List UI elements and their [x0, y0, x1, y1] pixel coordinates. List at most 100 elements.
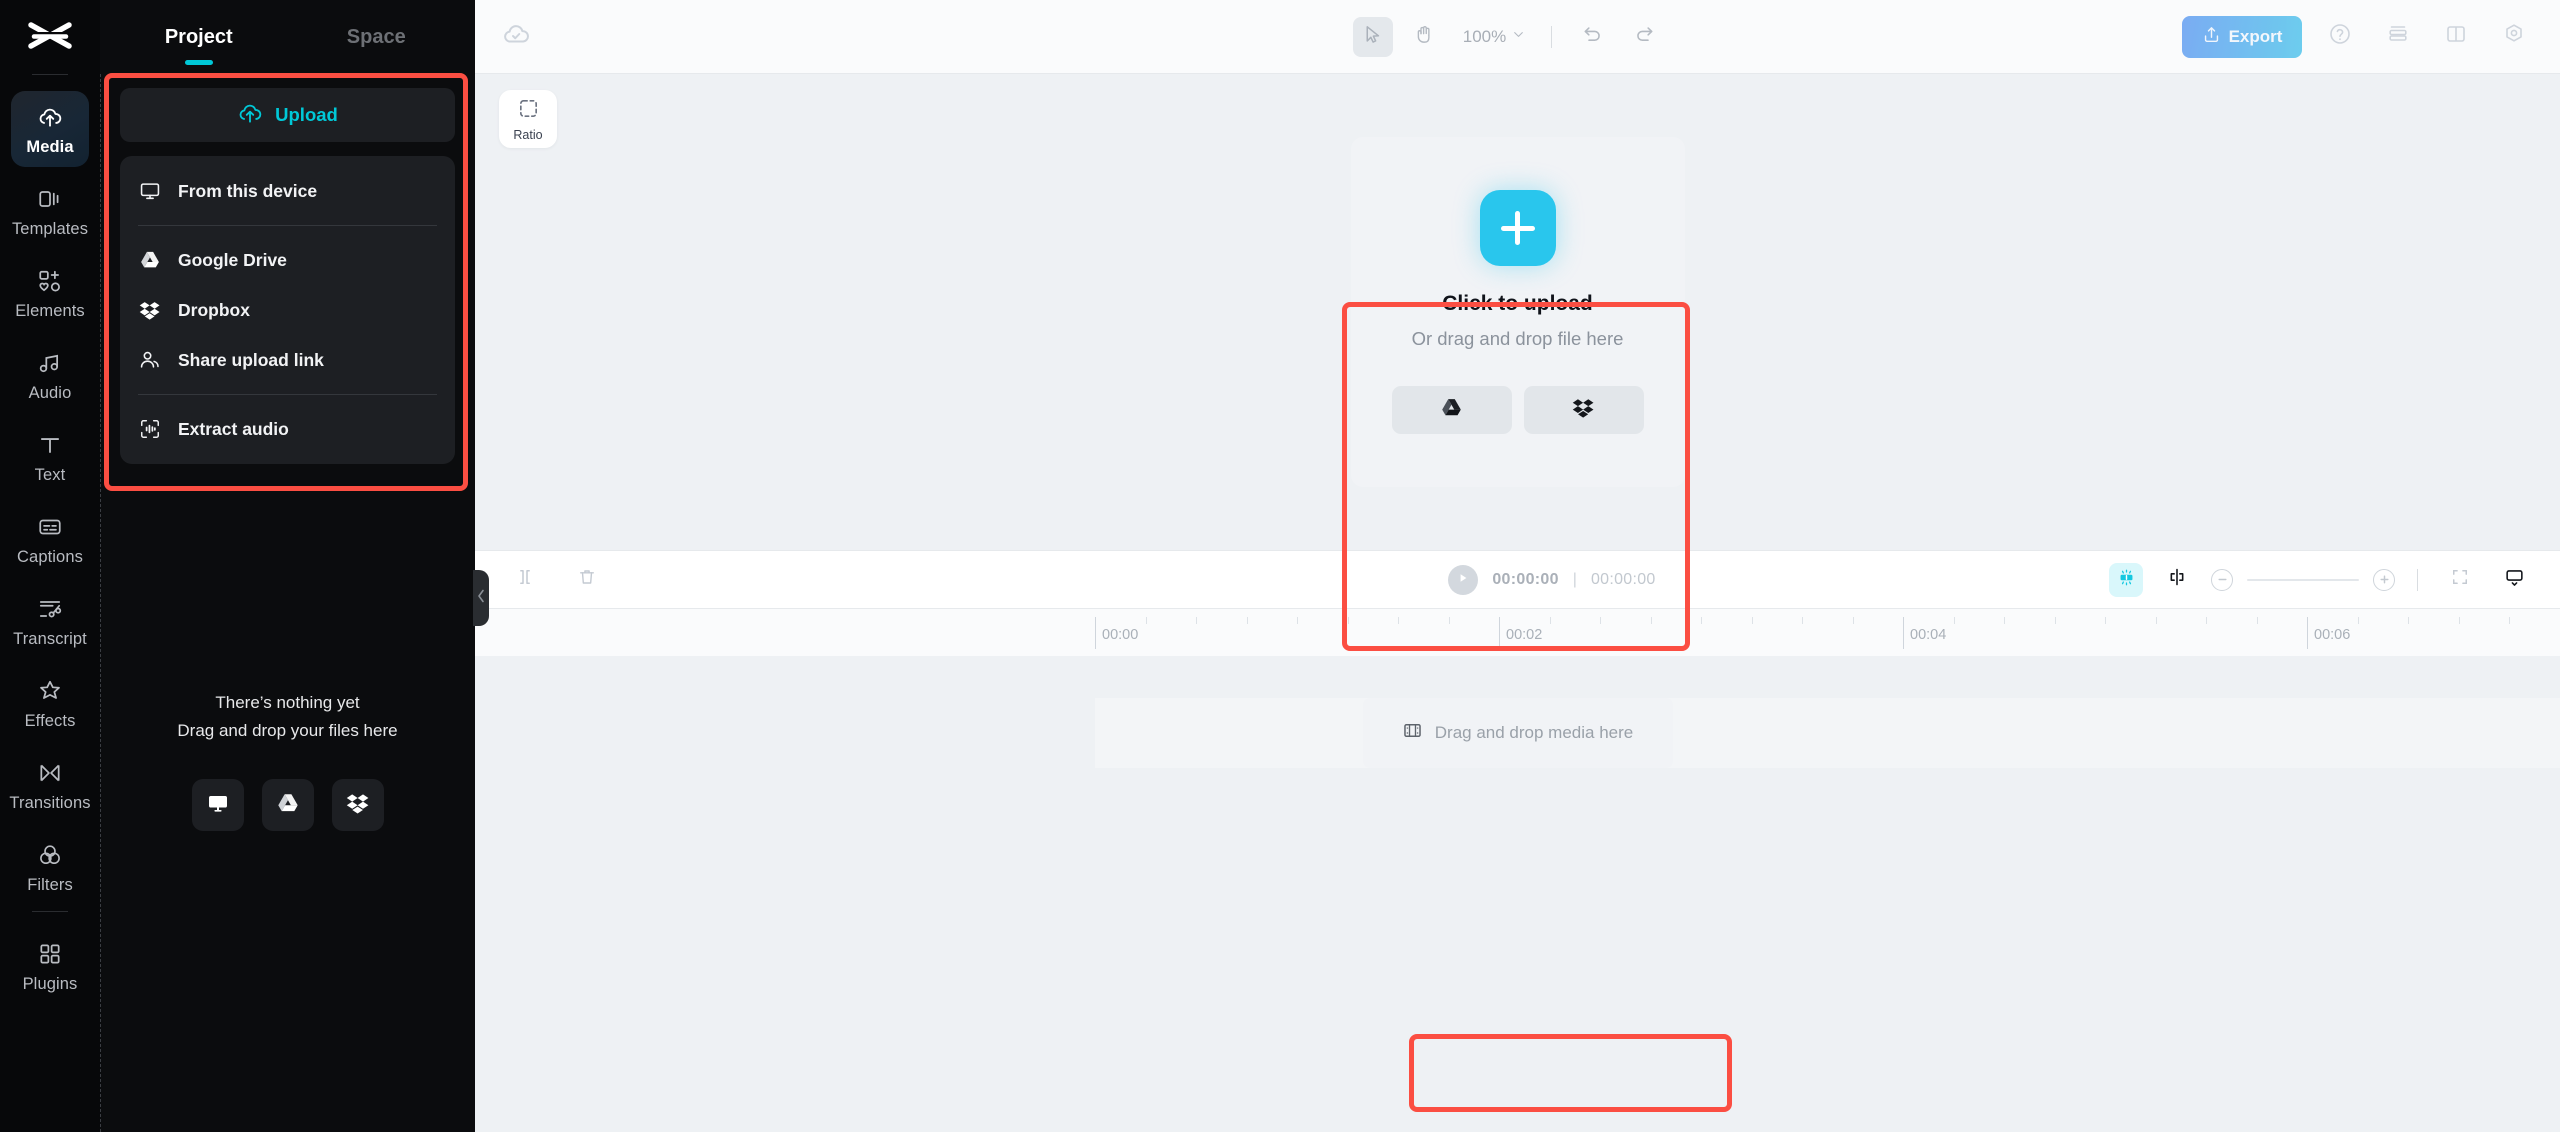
settings-button[interactable] — [2494, 17, 2534, 57]
sidebar-item-text[interactable]: Text — [11, 419, 89, 495]
layers-button[interactable] — [2378, 17, 2418, 57]
ruler-minor-tick — [1954, 617, 1955, 624]
top-toolbar: 100% — [475, 0, 2560, 74]
captions-icon — [35, 512, 65, 542]
tab-project[interactable]: Project — [110, 0, 288, 74]
upload-button[interactable]: Upload — [120, 88, 455, 142]
menu-item-label: Share upload link — [178, 350, 324, 371]
ruler-minor-tick — [2105, 617, 2106, 624]
export-upload-icon — [2202, 25, 2221, 49]
zoom-in-plus-icon — [2379, 574, 2390, 585]
sidebar-item-label: Captions — [17, 548, 83, 567]
undo-button[interactable] — [1572, 17, 1612, 57]
transitions-icon — [35, 758, 65, 788]
dropzone-google-drive-button[interactable] — [1392, 386, 1512, 434]
ruler-minor-tick — [2156, 617, 2157, 624]
sidebar-item-transitions[interactable]: Transitions — [11, 747, 89, 823]
timeline-zoom-slider[interactable] — [2247, 579, 2359, 581]
sidebar-item-media[interactable]: Media — [11, 91, 89, 167]
ruler-minor-tick — [1752, 617, 1753, 624]
sidebar-item-plugins[interactable]: Plugins — [11, 928, 89, 1004]
panel-collapse-handle[interactable] — [473, 570, 489, 626]
toolbar-divider — [1551, 26, 1552, 48]
dropzone-subtitle: Or drag and drop file here — [1412, 328, 1624, 350]
zoom-level-selector[interactable]: 100% — [1457, 27, 1531, 47]
drag-and-drop-media-target[interactable]: Drag and drop media here — [1363, 698, 1673, 768]
sidebar-item-label: Audio — [29, 384, 72, 403]
zoom-out-button[interactable] — [2211, 569, 2233, 591]
empty-state-line-2: Drag and drop your files here — [120, 717, 455, 745]
cursor-tool-button[interactable] — [1353, 17, 1393, 57]
plugins-grid-icon — [35, 939, 65, 969]
sidebar-item-elements[interactable]: Elements — [11, 255, 89, 331]
sidebar-item-audio[interactable]: Audio — [11, 337, 89, 413]
export-button-label: Export — [2229, 27, 2283, 47]
ruler-minor-tick — [1701, 617, 1702, 624]
menu-item-dropbox[interactable]: Dropbox — [120, 285, 455, 335]
menu-item-google-drive[interactable]: Google Drive — [120, 235, 455, 285]
menu-item-from-this-device[interactable]: From this device — [120, 166, 455, 216]
media-panel: Project Space Upload — [100, 0, 475, 1132]
timeline-ruler[interactable]: 00:0000:0200:0400:0600:08 — [475, 608, 2560, 656]
templates-icon — [35, 184, 65, 214]
sidebar-item-effects[interactable]: Effects — [11, 665, 89, 741]
zoom-in-button[interactable] — [2373, 569, 2395, 591]
sidebar-item-label: Elements — [15, 302, 85, 321]
panel-content: Upload From this device — [100, 74, 475, 831]
menu-separator — [138, 225, 437, 226]
text-t-icon — [35, 430, 65, 460]
menu-item-share-upload-link[interactable]: Share upload link — [120, 335, 455, 385]
play-button[interactable] — [1448, 565, 1478, 595]
dropbox-icon — [346, 791, 370, 820]
undo-icon — [1582, 24, 1603, 50]
menu-separator — [138, 394, 437, 395]
sidebar-item-label: Media — [26, 138, 73, 157]
sidebar-item-captions[interactable]: Captions — [11, 501, 89, 577]
redo-icon — [1634, 24, 1655, 50]
capcut-editor-window: Media Templates Elements — [0, 0, 2560, 1132]
film-strip-icon — [1402, 720, 1423, 746]
elements-icon — [35, 266, 65, 296]
ruler-tick-label: 00:04 — [1903, 627, 1946, 643]
topbar-center-tools: 100% — [835, 17, 2182, 57]
tab-space[interactable]: Space — [288, 0, 466, 74]
ruler-minor-tick — [1247, 617, 1248, 624]
export-button[interactable]: Export — [2182, 16, 2302, 58]
click-to-upload-dropzone[interactable]: Click to upload Or drag and drop file he… — [1351, 137, 1685, 487]
capcut-logo-icon — [22, 16, 78, 60]
menu-item-extract-audio[interactable]: Extract audio — [120, 404, 455, 454]
timeline-track-strip[interactable] — [1095, 698, 2560, 768]
magnetic-snap-button[interactable] — [2109, 563, 2143, 597]
ratio-button[interactable]: Ratio — [499, 90, 557, 148]
sidebar-item-label: Transitions — [9, 794, 90, 813]
shortcut-dropbox[interactable] — [332, 779, 384, 831]
add-media-plus-button[interactable] — [1480, 190, 1556, 266]
ruler-minor-tick — [1348, 617, 1349, 624]
sidebar-item-label: Plugins — [23, 975, 78, 994]
tab-label: Project — [165, 26, 233, 49]
timeline-toolbar-left — [475, 560, 995, 600]
shortcut-google-drive[interactable] — [262, 779, 314, 831]
ruler-minor-tick — [1196, 617, 1197, 624]
redo-button[interactable] — [1624, 17, 1664, 57]
help-button[interactable] — [2320, 17, 2360, 57]
sidebar-item-filters[interactable]: Filters — [11, 829, 89, 905]
ruler-tick-label: 00:06 — [2307, 627, 2350, 643]
sidebar-item-templates[interactable]: Templates — [11, 173, 89, 249]
ruler-minor-tick — [1398, 617, 1399, 624]
split-clip-button[interactable] — [505, 560, 545, 600]
shortcut-from-this-device[interactable] — [192, 779, 244, 831]
sidebar-item-transcript[interactable]: Transcript — [11, 583, 89, 659]
ruler-minor-tick — [1651, 617, 1652, 624]
dropzone-dropbox-button[interactable] — [1524, 386, 1644, 434]
track-view-icon — [2504, 567, 2525, 593]
track-view-button[interactable] — [2494, 560, 2534, 600]
ruler-minor-tick — [2358, 617, 2359, 624]
delete-button[interactable] — [567, 560, 607, 600]
link-clips-button[interactable] — [2157, 560, 2197, 600]
upload-source-menu: From this device Google Drive — [120, 156, 455, 464]
fit-to-screen-button[interactable] — [2440, 560, 2480, 600]
split-panel-button[interactable] — [2436, 17, 2476, 57]
ruler-minor-tick — [1146, 617, 1147, 624]
hand-tool-button[interactable] — [1405, 17, 1445, 57]
